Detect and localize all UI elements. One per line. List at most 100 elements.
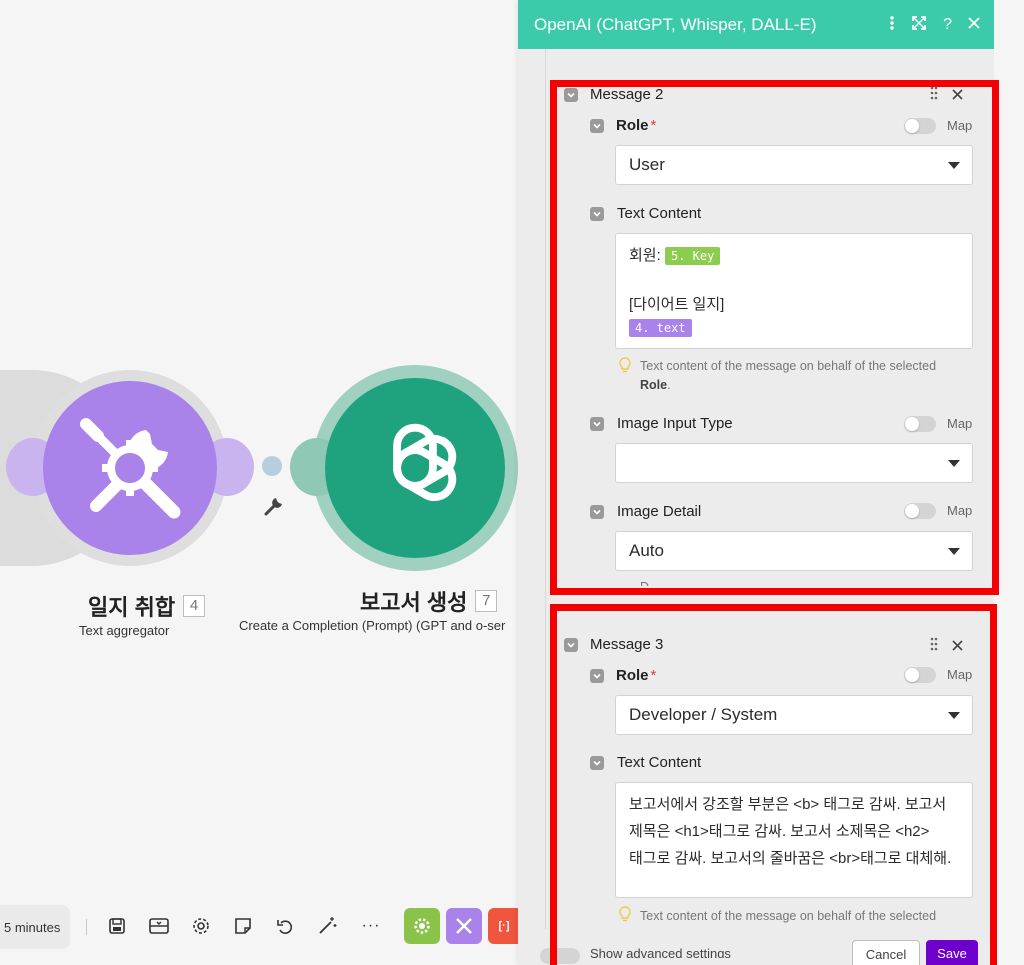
message2-title: Message 2 (590, 86, 664, 103)
image-input-collapse-checkbox[interactable] (590, 417, 604, 431)
message2-text-content-input[interactable]: 회원: 5. Key [다이어트 일지] 4. text (615, 233, 973, 349)
message3-row-actions (930, 637, 963, 654)
message2-role-map-toggle[interactable] (904, 118, 936, 134)
lightbulb-icon (619, 906, 631, 922)
message3-text-content-input[interactable]: 보고서에서 강조할 부분은 <b> 태그로 감싸. 보고서 제목은 <h1>태그… (615, 782, 973, 898)
role-label-text: Role (616, 117, 649, 134)
chevron-down-icon (948, 162, 960, 169)
help-icon[interactable]: ? (943, 16, 952, 34)
openai-node[interactable] (325, 378, 505, 558)
flow-control-button[interactable] (446, 908, 482, 944)
openai-module-id-badge: 7 (475, 590, 498, 612)
more-vertical-icon[interactable] (889, 15, 895, 35)
openai-logo-icon (393, 423, 457, 502)
save-button[interactable]: Save (926, 940, 978, 965)
schedule-timer[interactable]: 5 minutes (0, 905, 70, 949)
role-collapse-checkbox[interactable] (590, 119, 604, 133)
role-select-value: Developer / System (629, 705, 778, 724)
magic-wand-icon[interactable] (316, 915, 338, 937)
role-select-value: User (629, 155, 665, 174)
message3-role-map-toggle[interactable] (904, 667, 936, 683)
panel-title: OpenAI (ChatGPT, Whisper, DALL-E) (534, 14, 817, 34)
hint-text: Text content of the message on behalf of… (640, 359, 937, 373)
scenario-io-icon[interactable] (148, 915, 170, 937)
image-detail-hint-cut: D (640, 578, 649, 586)
message2-row-actions (930, 86, 963, 103)
connection-dot[interactable] (262, 456, 282, 476)
mapped-variable-pill[interactable]: 5. Key (664, 247, 721, 266)
message3-collapse-checkbox[interactable] (564, 638, 578, 652)
panel-header-actions: ? (889, 0, 980, 49)
aggregator-node[interactable] (43, 381, 217, 555)
canvas-right-edge (994, 0, 1024, 965)
role-label-text: Role (616, 667, 649, 684)
image-detail-map-toggle[interactable] (904, 503, 936, 519)
openai-node-subtitle: Create a Completion (Prompt) (GPT and o-… (239, 618, 506, 633)
image-detail-select[interactable]: Auto (615, 531, 973, 571)
text-line-1: 회원: 5. Key (629, 242, 959, 269)
more-icon[interactable]: ··· (360, 915, 382, 937)
toolbar-divider (86, 919, 87, 935)
image-detail-select-value: Auto (629, 541, 664, 560)
aggregator-node-subtitle: Text aggregator (79, 623, 170, 638)
undo-icon[interactable] (274, 915, 296, 937)
wrench-icon[interactable] (262, 496, 284, 518)
mapped-variable-pill[interactable]: 4. text (629, 319, 692, 338)
map-label: Map (947, 503, 973, 518)
advanced-settings-toggle[interactable] (540, 948, 580, 964)
text-content-collapse-checkbox[interactable] (590, 756, 604, 770)
chevron-down-icon (948, 460, 960, 467)
aggregator-node-title: 일지 취합 4 (88, 590, 206, 622)
drag-handle-icon[interactable] (930, 86, 938, 103)
message3-role-label: Role * (616, 667, 656, 684)
text-line-1-label: 회원: (629, 247, 661, 264)
message2-role-select[interactable]: User (615, 145, 973, 185)
openai-node-title: 보고서 생성 7 (360, 585, 498, 617)
chevron-down-icon (948, 712, 960, 719)
lightbulb-icon (619, 357, 631, 373)
aggregator-title-text: 일지 취합 (88, 595, 176, 620)
message2-collapse-checkbox[interactable] (564, 88, 578, 102)
aggregator-module-id-badge: 4 (183, 595, 206, 617)
expand-icon[interactable] (911, 15, 927, 35)
map-label: Map (947, 118, 973, 133)
message2-role-label: Role * (616, 117, 656, 134)
advanced-settings-label[interactable]: Show advanced settings (590, 946, 731, 958)
cancel-button[interactable]: Cancel (852, 940, 920, 965)
drag-handle-icon[interactable] (930, 637, 938, 654)
message3-title: Message 3 (590, 636, 664, 653)
timer-text: 5 minutes (4, 919, 61, 935)
hint-bold: Role (640, 378, 668, 392)
openai-title-text: 보고서 생성 (360, 590, 468, 615)
tools-button[interactable] (404, 908, 440, 944)
remove-item-icon[interactable] (952, 87, 963, 103)
settings-icon[interactable] (190, 915, 212, 937)
required-asterisk: * (650, 667, 657, 684)
message2-text-content-label: Text Content (617, 205, 702, 222)
close-icon[interactable] (968, 16, 980, 33)
hint-end: . (667, 378, 671, 392)
map-label: Map (947, 416, 973, 431)
remove-item-icon[interactable] (952, 638, 963, 654)
notes-icon[interactable] (232, 915, 254, 937)
json-button[interactable]: [·] (488, 908, 520, 944)
text-line-3: 4. text (629, 318, 959, 338)
message3-text-value: 보고서에서 강조할 부분은 <b> 태그로 감싸. 보고서 제목은 <h1>태그… (629, 796, 952, 867)
text-line-2: [다이어트 일지] (629, 296, 725, 313)
map-label: Map (947, 667, 973, 682)
message3-role-select[interactable]: Developer / System (615, 695, 973, 735)
image-detail-collapse-checkbox[interactable] (590, 505, 604, 519)
role-collapse-checkbox[interactable] (590, 669, 604, 683)
text-content-collapse-checkbox[interactable] (590, 207, 604, 221)
chevron-down-icon (948, 548, 960, 555)
tools-icon (80, 418, 181, 519)
image-input-type-label: Image Input Type (617, 415, 733, 432)
bottom-toolbar: 5 minutes ··· [·] (0, 895, 520, 960)
image-input-type-select[interactable] (615, 443, 973, 483)
image-input-map-toggle[interactable] (904, 416, 936, 432)
message2-text-hint: Text content of the message on behalf of… (640, 357, 970, 395)
tree-guide-line (545, 49, 546, 929)
required-asterisk: * (650, 117, 657, 134)
save-icon[interactable] (106, 915, 128, 937)
